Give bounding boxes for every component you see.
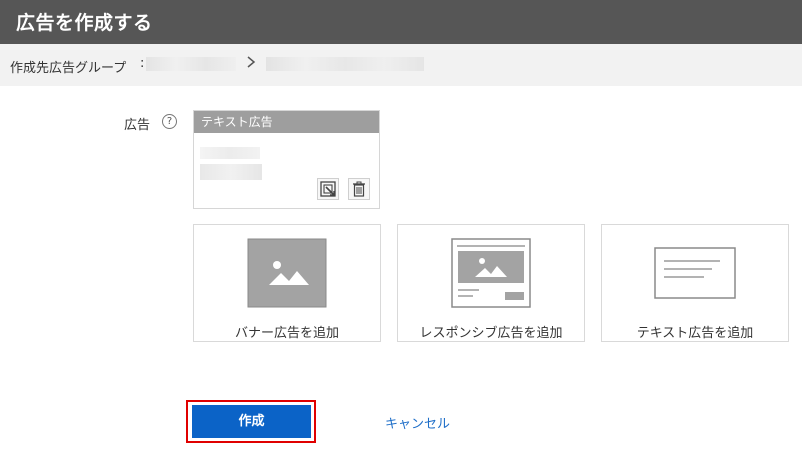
text-ad-card: テキスト広告 xyxy=(193,110,380,209)
trash-icon xyxy=(353,181,365,197)
ad-field-label: 広告 xyxy=(124,118,151,133)
page-title: 広告を作成する xyxy=(16,12,153,34)
create-button[interactable]: 作成 xyxy=(192,405,311,438)
ad-group-name-redacted xyxy=(266,57,424,71)
add-responsive-ad-button[interactable]: レスポンシブ広告を追加 xyxy=(397,224,585,342)
breadcrumb-colon: : xyxy=(140,56,145,71)
add-tile-label: レスポンシブ広告を追加 xyxy=(419,326,563,341)
campaign-name-redacted xyxy=(146,57,236,71)
ad-card-type: テキスト広告 xyxy=(194,111,379,133)
edit-icon xyxy=(320,181,336,197)
edit-ad-button[interactable] xyxy=(317,178,339,200)
add-text-ad-button[interactable]: テキスト広告を追加 xyxy=(601,224,789,342)
add-tile-label: テキスト広告を追加 xyxy=(636,326,754,341)
page-header: 広告を作成する xyxy=(0,0,802,44)
cancel-link[interactable]: キャンセル xyxy=(385,413,450,432)
banner-image-icon xyxy=(247,238,327,308)
add-banner-ad-button[interactable]: バナー広告を追加 xyxy=(193,224,381,342)
ad-text-redacted xyxy=(200,147,260,159)
responsive-ad-icon xyxy=(451,238,531,308)
add-tile-label: バナー広告を追加 xyxy=(234,326,339,341)
question-circle-icon[interactable]: ? xyxy=(162,114,177,129)
ad-text-redacted xyxy=(200,164,262,180)
text-ad-icon xyxy=(654,247,736,299)
breadcrumb-label: 作成先広告グループ xyxy=(10,61,127,76)
delete-ad-button[interactable] xyxy=(348,178,370,200)
chevron-right-icon xyxy=(246,55,256,73)
